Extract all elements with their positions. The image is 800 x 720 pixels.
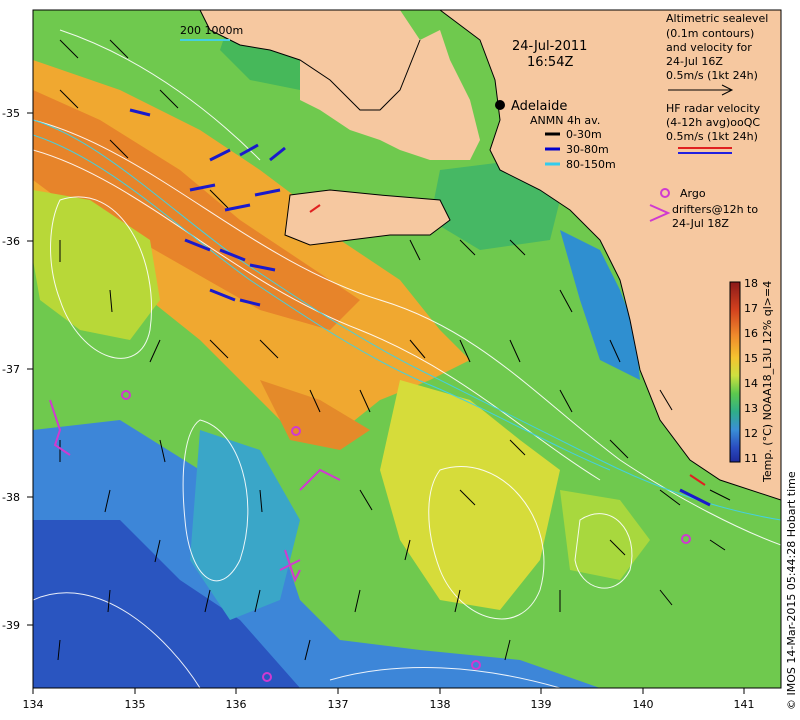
ocean-temperature-map: 134 135 136 137 138 139 140 141 -35 -36 … [2, 9, 798, 711]
x-tick-label: 136 [226, 698, 247, 711]
anmn-legend-item: 30-80m [566, 143, 609, 156]
x-tick-label: 139 [531, 698, 552, 711]
x-tick-label: 138 [430, 698, 451, 711]
city-label: Adelaide [511, 99, 567, 114]
anmn-legend-title: ANMN 4h av. [530, 114, 600, 127]
x-tick-label: 134 [23, 698, 44, 711]
scale-bar-label: 200 1000m [180, 24, 243, 37]
temperature-colorbar: 18 17 16 15 14 13 12 11 Temp. (°C) NOAA1… [729, 277, 774, 483]
x-axis: 134 135 136 137 138 139 140 141 [23, 688, 755, 711]
y-tick-label: -37 [2, 363, 20, 376]
altimetry-legend-line: 24-Jul 16Z [666, 55, 723, 68]
altimetry-legend-line: 0.5m/s (1kt 24h) [666, 69, 758, 82]
map-time: 16:54Z [527, 55, 573, 70]
colorbar-tick: 15 [744, 352, 758, 365]
colorbar-tick: 13 [744, 402, 758, 415]
argo-legend-line: drifters@12h to [672, 203, 758, 216]
x-tick-label: 140 [633, 698, 654, 711]
colorbar-tick: 17 [744, 302, 758, 315]
colorbar-tick: 11 [744, 452, 758, 465]
altimetry-legend-line: (0.1m contours) [666, 27, 754, 40]
y-tick-label: -38 [2, 491, 20, 504]
credit-text: © IMOS 14-Mar-2015 05:44:28 Hobart time [785, 471, 798, 710]
hf-legend-line: HF radar velocity [666, 102, 761, 115]
y-axis: -35 -36 -37 -38 -39 [2, 107, 33, 632]
argo-legend-line: 24-Jul 18Z [672, 217, 729, 230]
colorbar-gradient [729, 281, 741, 463]
y-tick-label: -35 [2, 107, 20, 120]
anmn-legend-item: 0-30m [566, 128, 602, 141]
x-tick-label: 137 [328, 698, 349, 711]
colorbar-title: Temp. (°C) NOAA18_L3U 12% ql>=4 [761, 281, 774, 483]
anmn-legend-item: 80-150m [566, 158, 616, 171]
altimetry-legend-line: Altimetric sealevel [666, 12, 768, 25]
y-tick-label: -36 [2, 235, 20, 248]
city-marker-icon [495, 100, 505, 110]
y-tick-label: -39 [2, 619, 20, 632]
colorbar-tick: 18 [744, 277, 758, 290]
colorbar-tick: 16 [744, 327, 758, 340]
x-tick-label: 135 [125, 698, 146, 711]
argo-legend-line: Argo [680, 187, 706, 200]
hf-legend-line: 0.5m/s (1kt 24h) [666, 130, 758, 143]
colorbar-tick: 12 [744, 427, 758, 440]
hf-legend-line: (4-12h avg)ooQC [666, 116, 760, 129]
altimetry-legend-line: and velocity for [666, 41, 752, 54]
map-date: 24-Jul-2011 [512, 39, 587, 54]
x-tick-label: 141 [734, 698, 755, 711]
colorbar-tick: 14 [744, 377, 758, 390]
